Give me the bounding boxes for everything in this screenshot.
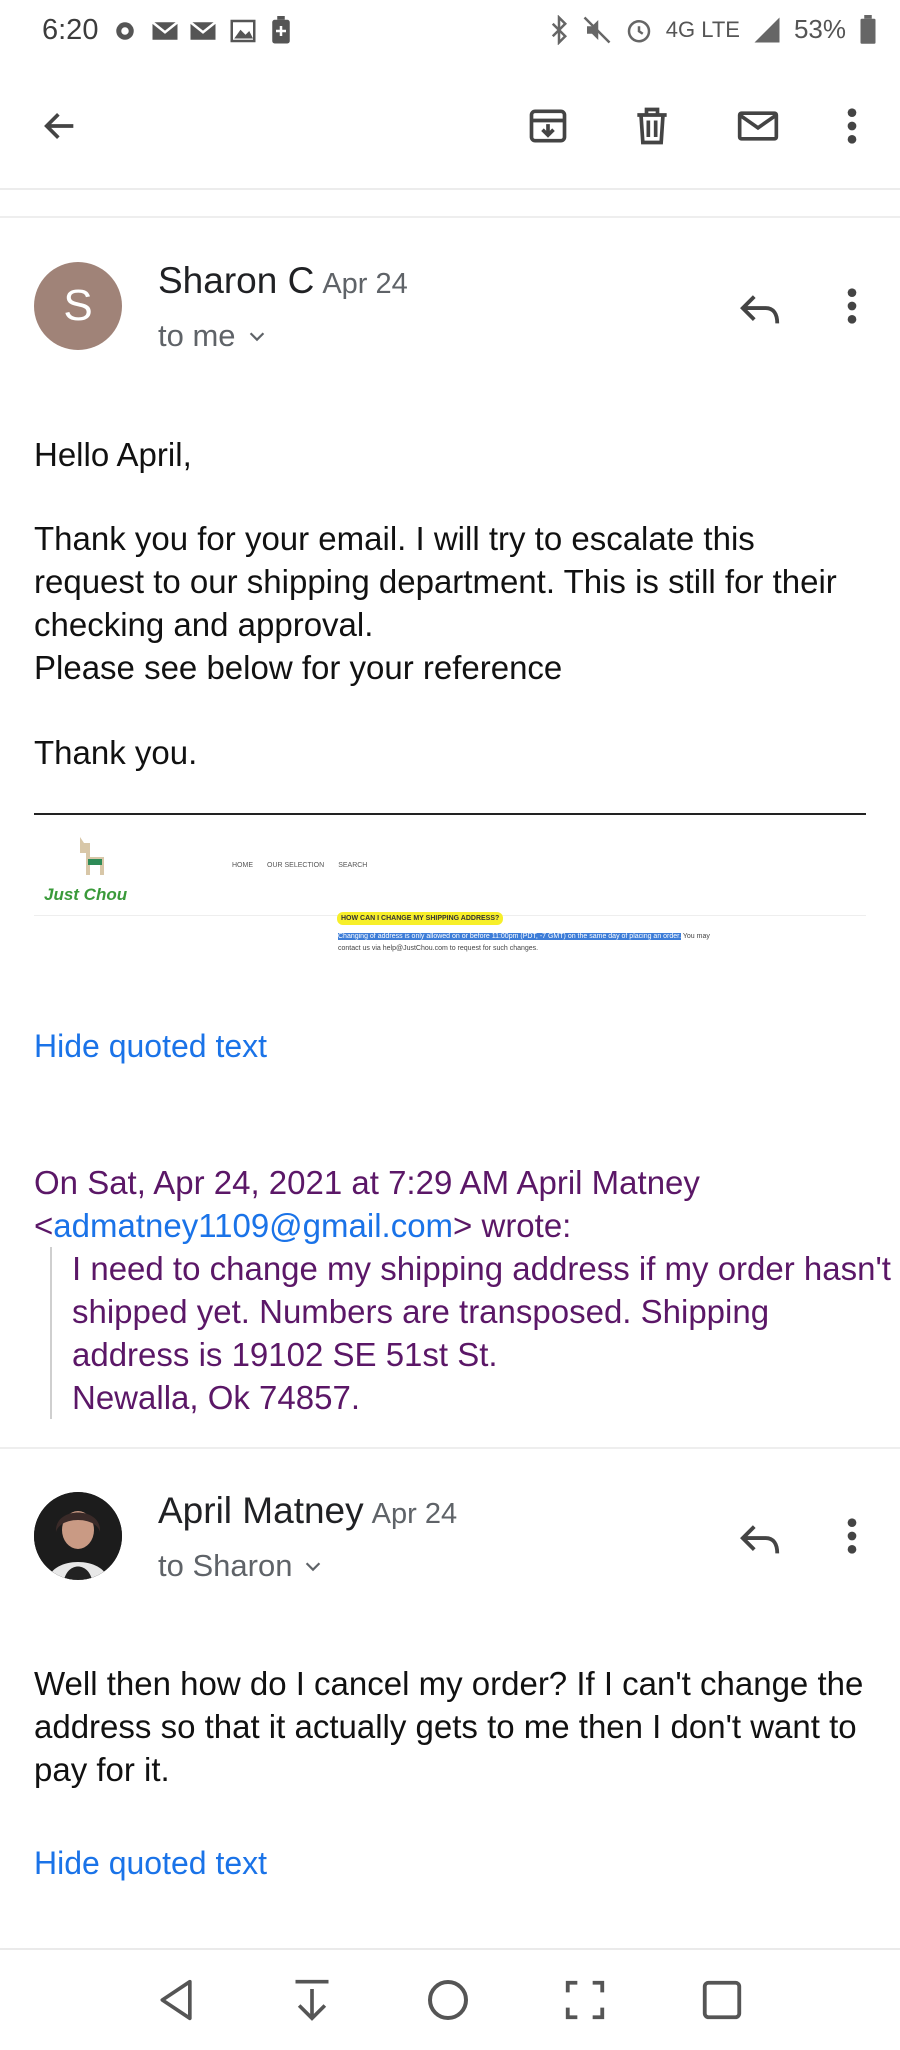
screenshot-frame-icon[interactable] <box>562 1977 608 2023</box>
quote-email-link[interactable]: admatney1109@gmail.com <box>53 1207 453 1244</box>
back-button[interactable] <box>28 94 92 158</box>
system-nav-bar <box>0 1948 900 2050</box>
more-vert-icon <box>847 288 857 324</box>
image-notification-icon <box>230 19 256 43</box>
mail-notification-icon <box>189 21 217 40</box>
embed-answer-highlight: Changing of address is only allowed on o… <box>338 933 682 940</box>
archive-icon <box>529 109 567 143</box>
message-date: Apr 24 <box>371 1498 458 1530</box>
recipient-details-toggle[interactable]: to Sharon <box>158 1548 324 1584</box>
app-bar <box>0 66 900 190</box>
reply-button[interactable] <box>728 278 792 342</box>
recipient-details-toggle[interactable]: to me <box>158 318 268 354</box>
embed-question: HOW CAN I CHANGE MY SHIPPING ADDRESS? <box>337 912 504 925</box>
status-right: 4G LTE 53% <box>548 14 878 45</box>
sender-line: April Matney Apr 24 <box>158 1490 457 1532</box>
more-vert-icon <box>847 1518 857 1554</box>
trash-icon <box>637 107 667 145</box>
message-paragraph: Thank you for your email. I will try to … <box>34 520 837 686</box>
hide-quoted-text-link[interactable]: Hide quoted text <box>34 1028 267 1065</box>
divider <box>0 1447 900 1449</box>
more-options-button[interactable] <box>820 94 884 158</box>
profile-photo-icon <box>34 1492 122 1580</box>
embed-answer-rest: You may <box>682 933 710 940</box>
greeting: Hello April, <box>34 436 192 473</box>
home-circle-icon[interactable] <box>424 1976 472 2024</box>
status-time: 6:20 <box>42 14 99 46</box>
embed-nav-item: SEARCH <box>338 862 368 869</box>
message-more-button[interactable] <box>820 1504 884 1568</box>
mark-unread-button[interactable] <box>726 94 790 158</box>
quote-lt: < <box>34 1207 54 1244</box>
divider <box>0 216 900 218</box>
more-vert-icon <box>847 108 857 144</box>
message-body: Well then how do I cancel my order? If I… <box>34 1665 864 1788</box>
message-more-button[interactable] <box>820 274 884 338</box>
delete-button[interactable] <box>620 94 684 158</box>
signal-icon <box>754 17 780 42</box>
sender-name: Sharon C <box>158 260 315 301</box>
embedded-screenshot: Just Chou HOME OUR SELECTION SEARCH HOW … <box>34 813 866 975</box>
network-type: 4G LTE <box>665 16 740 42</box>
closing: Thank you. <box>34 734 198 771</box>
quoted-message: I need to change my shipping address if … <box>50 1247 892 1419</box>
recents-square-icon[interactable] <box>699 1977 745 2023</box>
mail-notification-icon <box>151 21 179 40</box>
avatar-letter: S <box>63 281 93 330</box>
quote-header-line2: > wrote: <box>453 1207 572 1244</box>
archive-button[interactable] <box>516 94 580 158</box>
llama-logo-icon <box>80 837 104 875</box>
reply-icon <box>740 295 780 324</box>
recipient-label: to me <box>158 318 236 353</box>
reply-button[interactable] <box>728 1508 792 1572</box>
embed-nav-item: OUR SELECTION <box>267 862 325 869</box>
gear-icon <box>116 22 134 40</box>
avatar[interactable]: S <box>34 262 122 350</box>
message-date: Apr 24 <box>322 268 408 300</box>
hide-quoted-text-link[interactable]: Hide quoted text <box>34 1845 267 1882</box>
embed-answer: Changing of address is only allowed on o… <box>338 931 858 955</box>
alarm-icon <box>627 19 651 42</box>
embed-answer-rest-2: contact us via help@JustChou.com to requ… <box>338 945 539 952</box>
logo-text: Just Chou <box>44 885 128 904</box>
down-arrow-icon[interactable] <box>290 1976 334 2024</box>
embed-nav: HOME OUR SELECTION SEARCH <box>232 862 367 869</box>
embed-nav-item: HOME <box>232 862 253 869</box>
battery-icon <box>860 14 876 44</box>
quote-header: On Sat, Apr 24, 2021 at 7:29 AM April Ma… <box>34 1161 874 1247</box>
sender-name: April Matney <box>158 1490 364 1531</box>
chevron-down-icon <box>249 332 264 342</box>
battery-saver-icon <box>272 16 290 44</box>
arrow-left-icon <box>44 113 74 139</box>
quote-header-line1: On Sat, Apr 24, 2021 at 7:29 AM April Ma… <box>34 1164 700 1201</box>
mail-icon <box>737 111 779 141</box>
reply-icon <box>740 1525 780 1554</box>
bluetooth-icon <box>551 14 567 45</box>
mute-icon <box>583 16 611 43</box>
recipient-label: to Sharon <box>158 1548 293 1583</box>
battery-percent: 53% <box>793 14 846 44</box>
status-bar: 6:20 4G LTE 53% <box>0 0 900 66</box>
sender-line: Sharon C Apr 24 <box>158 260 408 302</box>
back-triangle-icon[interactable] <box>155 1976 199 2024</box>
avatar[interactable] <box>34 1492 122 1580</box>
chevron-down-icon <box>306 1562 321 1572</box>
